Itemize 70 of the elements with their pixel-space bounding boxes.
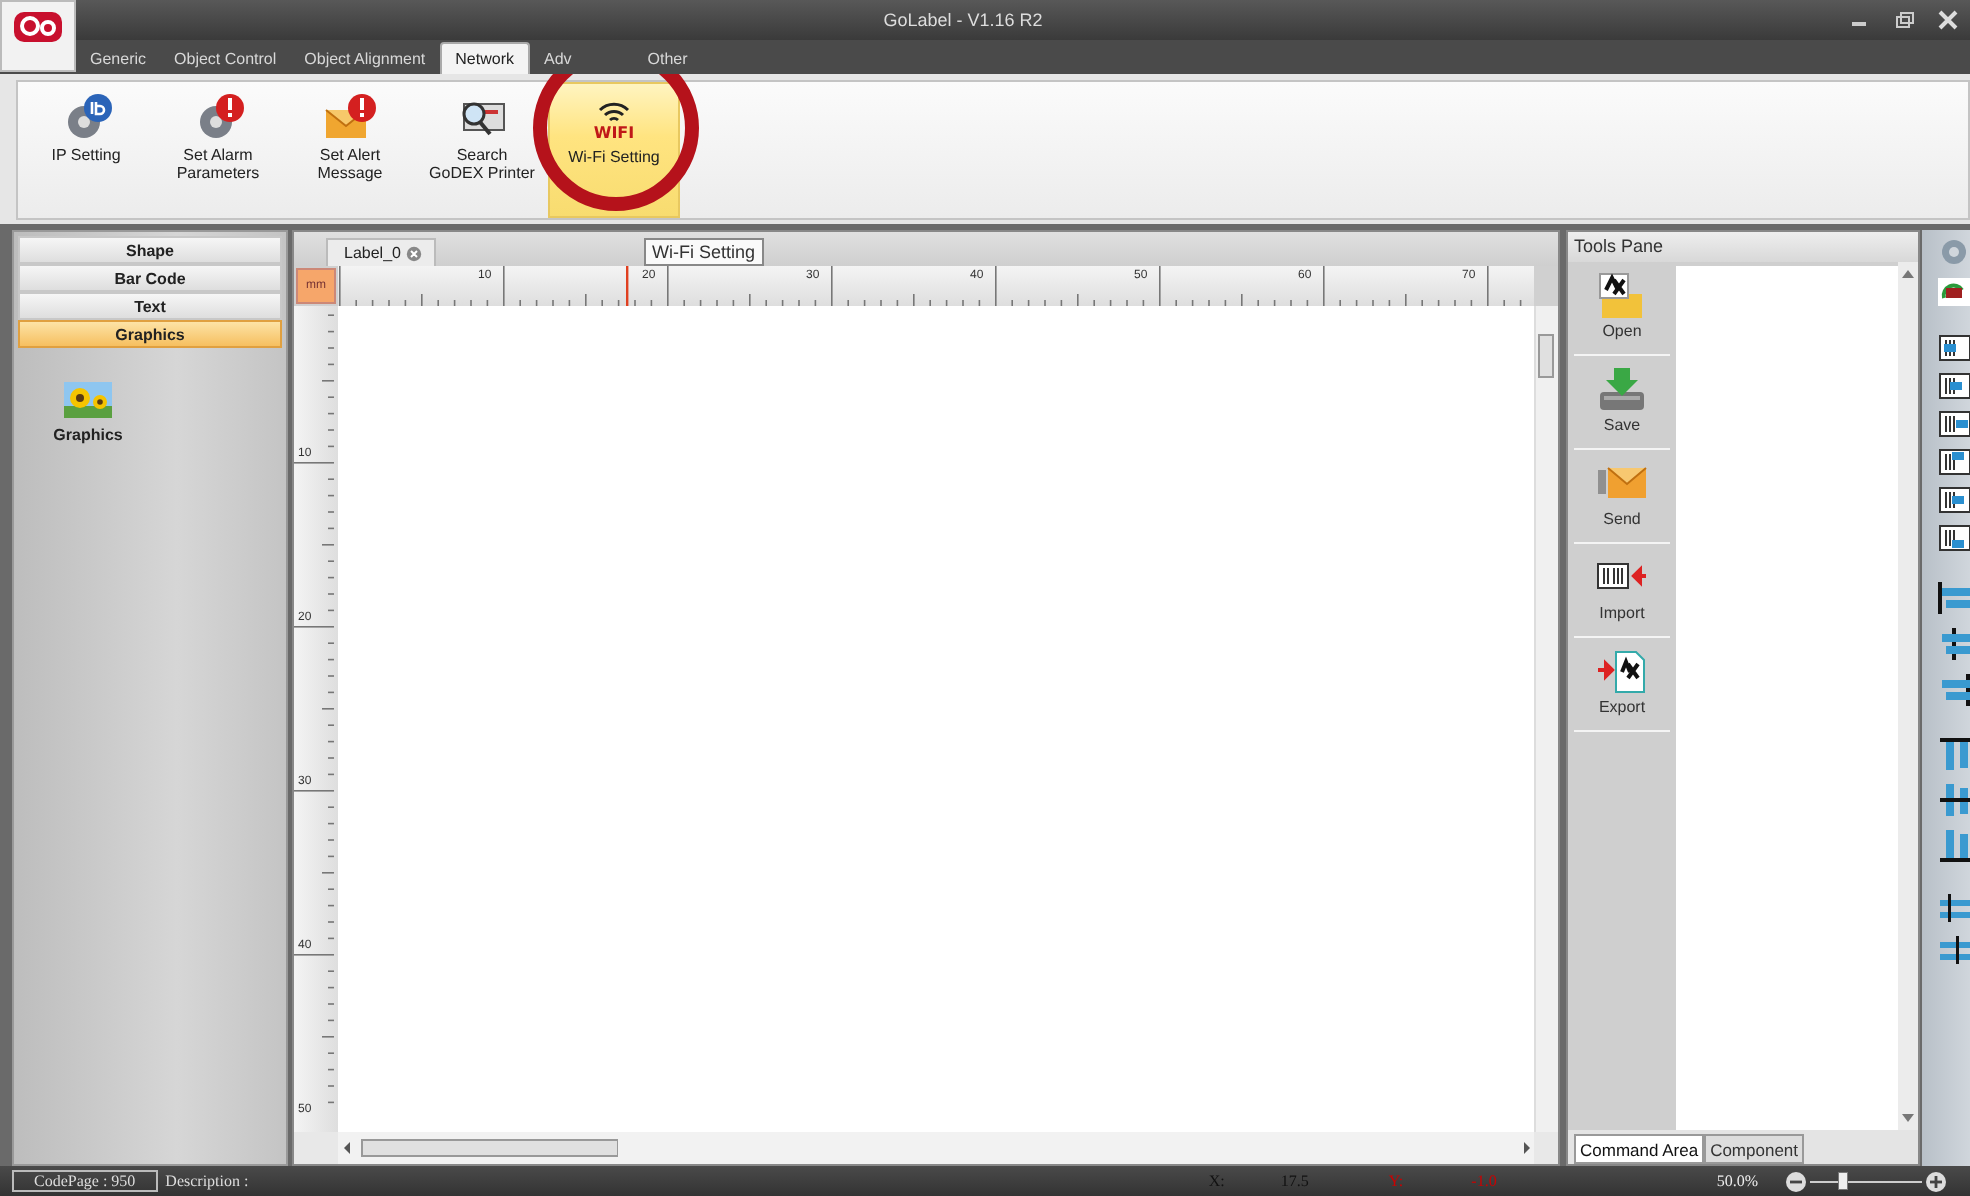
codepage-text: CodePage : 950	[12, 1170, 158, 1192]
vertical-scrollbar[interactable]	[1534, 306, 1558, 1132]
tool-button[interactable]: Send	[1574, 450, 1670, 544]
category-header[interactable]: Text	[18, 292, 282, 320]
envelope-alert-icon	[324, 92, 376, 140]
ribbon-button[interactable]: Search GoDEX Printer	[416, 82, 548, 218]
ribbon-tab[interactable]: Adv	[529, 42, 586, 74]
barcode-align-icon	[1938, 410, 1970, 438]
window-title: GoLabel - V1.16 R2	[881, 10, 1045, 30]
distribute-icon	[1938, 892, 1970, 924]
align-objects-icon	[1938, 736, 1970, 772]
ribbon-tab[interactable]: Object Control	[160, 42, 291, 74]
tool-button[interactable]: Export	[1574, 638, 1670, 732]
rotate-icon	[1938, 278, 1970, 306]
ribbon-tab[interactable]: Object Alignment	[290, 42, 440, 74]
barcode-align-icon	[1938, 524, 1970, 552]
align-objects-icon	[1938, 626, 1970, 662]
folder-open-icon	[1596, 270, 1648, 318]
cursor-marker	[625, 266, 629, 306]
description-text: Description :	[165, 1172, 249, 1190]
restore-icon	[1894, 10, 1914, 30]
scroll-thumb	[1538, 334, 1554, 378]
ribbon-button[interactable]: Set Alert Message	[284, 82, 416, 218]
close-icon	[1938, 10, 1958, 30]
align-objects-icon	[1938, 672, 1970, 708]
barcode-align-icon	[1938, 334, 1970, 362]
pane-title: Tools Pane	[1568, 232, 1918, 262]
close-icon	[406, 245, 423, 261]
zoom-slider[interactable]	[1810, 1169, 1922, 1193]
tooltip: Wi-Fi Setting	[644, 238, 764, 266]
tool-button[interactable]: Import	[1574, 544, 1670, 638]
ribbon-button[interactable]: Set Alarm Parameters	[152, 82, 284, 218]
align-objects-icon	[1938, 580, 1970, 616]
sunflower-picture-icon	[64, 382, 112, 418]
application-button[interactable]	[0, 0, 76, 72]
align-objects-icon	[1938, 828, 1970, 864]
ribbon-tab[interactable]: Network	[439, 42, 530, 74]
vertical-scrollbar[interactable]	[1898, 262, 1918, 1130]
tool-button[interactable]: Open	[1574, 262, 1670, 356]
scroll-right-icon	[1518, 1138, 1534, 1158]
document-tab[interactable]: Label_0	[326, 238, 437, 266]
pane-tab[interactable]: Component	[1704, 1134, 1805, 1164]
scroll-down-icon	[1902, 1114, 1914, 1122]
zoom-out-icon	[1786, 1171, 1806, 1191]
wifi-logo-text: WIFI	[593, 126, 635, 142]
gear-icon	[1938, 236, 1970, 268]
palette-item[interactable]: Graphics	[18, 380, 158, 446]
zoom-percent: 50.0%	[1716, 1172, 1758, 1190]
barcode-align-icon	[1938, 372, 1970, 400]
y-value: -1.0	[1471, 1172, 1497, 1190]
category-header[interactable]: Graphics	[18, 320, 282, 348]
document-arrow-icon	[1596, 646, 1648, 694]
tab-label: Label_0	[344, 244, 401, 262]
category-header[interactable]: Bar Code	[18, 264, 282, 292]
download-drive-icon	[1596, 364, 1648, 412]
zoom-in-icon	[1926, 1171, 1946, 1191]
app-logo	[14, 12, 62, 42]
y-label: Y:	[1388, 1172, 1404, 1190]
distribute-icon	[1938, 934, 1970, 966]
barcode-align-icon	[1938, 486, 1970, 514]
pane-tab[interactable]: Command Area	[1574, 1134, 1705, 1164]
scroll-up-icon	[1902, 270, 1914, 278]
horizontal-scrollbar[interactable]	[338, 1132, 1534, 1164]
ribbon-tab[interactable]: Other	[633, 42, 702, 74]
align-objects-icon	[1938, 782, 1970, 818]
ribbon-tab[interactable]: Generic	[76, 42, 161, 74]
ribbon-button[interactable]: IP Setting	[20, 82, 152, 218]
tool-button[interactable]: Save	[1574, 356, 1670, 450]
category-header[interactable]: Shape	[18, 236, 282, 264]
barcode-align-icon	[1938, 448, 1970, 476]
